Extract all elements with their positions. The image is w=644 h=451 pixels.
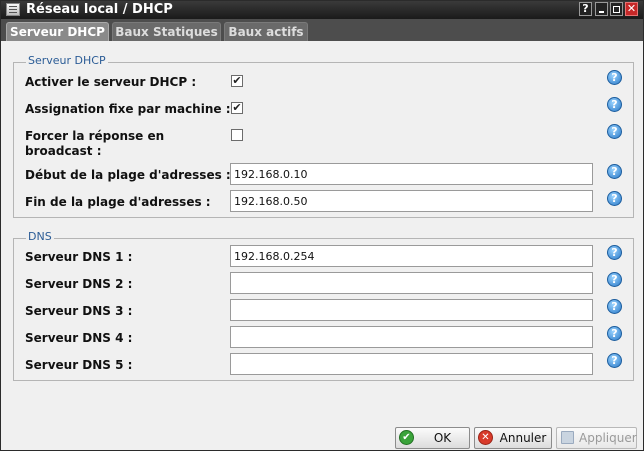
ok-button-label: OK <box>433 431 452 445</box>
dns1-input[interactable] <box>230 245 593 267</box>
dns5-label: Serveur DNS 5 : <box>25 358 133 372</box>
fixed-assignment-label: Assignation fixe par machine : <box>25 102 231 116</box>
save-icon <box>561 431 574 444</box>
dns1-label: Serveur DNS 1 : <box>25 250 133 264</box>
enable-dhcp-label: Activer le serveur DHCP : <box>25 75 197 89</box>
title-bar[interactable]: Réseau local / DHCP ? ✕ <box>1 1 643 19</box>
help-icon[interactable]: ? <box>607 326 622 341</box>
help-icon[interactable]: ? <box>607 353 622 368</box>
window-title: Réseau local / DHCP <box>26 2 173 17</box>
enable-dhcp-checkbox[interactable]: ✔ <box>231 75 243 87</box>
maximize-button[interactable] <box>610 2 623 16</box>
cancel-icon: ✕ <box>478 430 493 445</box>
dns5-input[interactable] <box>230 353 593 375</box>
apply-button-label: Appliquer <box>579 431 637 445</box>
dns4-input[interactable] <box>230 326 593 348</box>
dns4-label: Serveur DNS 4 : <box>25 331 133 345</box>
dns2-label: Serveur DNS 2 : <box>25 277 133 291</box>
apply-button[interactable]: Appliquer <box>556 427 637 449</box>
network-app-icon <box>6 3 20 16</box>
help-icon[interactable]: ? <box>607 272 622 287</box>
ok-button[interactable]: ✔ OK <box>395 427 470 449</box>
tab-serveur-dhcp[interactable]: Serveur DHCP <box>6 22 109 41</box>
dhcp-window: Réseau local / DHCP ? ✕ Serveur DHCP Bau… <box>0 0 644 451</box>
help-icon[interactable]: ? <box>607 70 622 85</box>
fixed-assignment-checkbox[interactable]: ✔ <box>231 102 243 114</box>
window-help-button[interactable]: ? <box>579 2 592 16</box>
range-end-label: Fin de la plage d'adresses : <box>25 195 211 209</box>
broadcast-checkbox[interactable] <box>231 129 243 141</box>
close-button[interactable]: ✕ <box>625 2 638 16</box>
range-end-input[interactable] <box>230 190 593 212</box>
dns2-input[interactable] <box>230 272 593 294</box>
range-start-label: Début de la plage d'adresses : <box>25 168 231 182</box>
tab-bar: Serveur DHCP Baux Statiques Baux actifs <box>1 19 643 41</box>
help-icon[interactable]: ? <box>607 191 622 206</box>
broadcast-label-line1: Forcer la réponse en <box>25 129 165 143</box>
check-icon: ✔ <box>399 430 414 445</box>
dns3-label: Serveur DNS 3 : <box>25 304 133 318</box>
help-icon[interactable]: ? <box>607 299 622 314</box>
help-icon[interactable]: ? <box>607 164 622 179</box>
dns-legend: DNS <box>26 230 54 243</box>
tab-baux-statiques[interactable]: Baux Statiques <box>112 22 221 41</box>
dns3-input[interactable] <box>230 299 593 321</box>
broadcast-label-line2: broadcast : <box>25 144 102 158</box>
minimize-button[interactable] <box>595 2 608 16</box>
help-icon[interactable]: ? <box>607 245 622 260</box>
help-icon[interactable]: ? <box>607 97 622 112</box>
cancel-button[interactable]: ✕ Annuler <box>474 427 552 449</box>
cancel-button-label: Annuler <box>499 431 547 445</box>
dhcp-legend: Serveur DHCP <box>26 54 108 67</box>
help-icon[interactable]: ? <box>607 124 622 139</box>
range-start-input[interactable] <box>230 163 593 185</box>
tab-baux-actifs[interactable]: Baux actifs <box>224 22 308 41</box>
